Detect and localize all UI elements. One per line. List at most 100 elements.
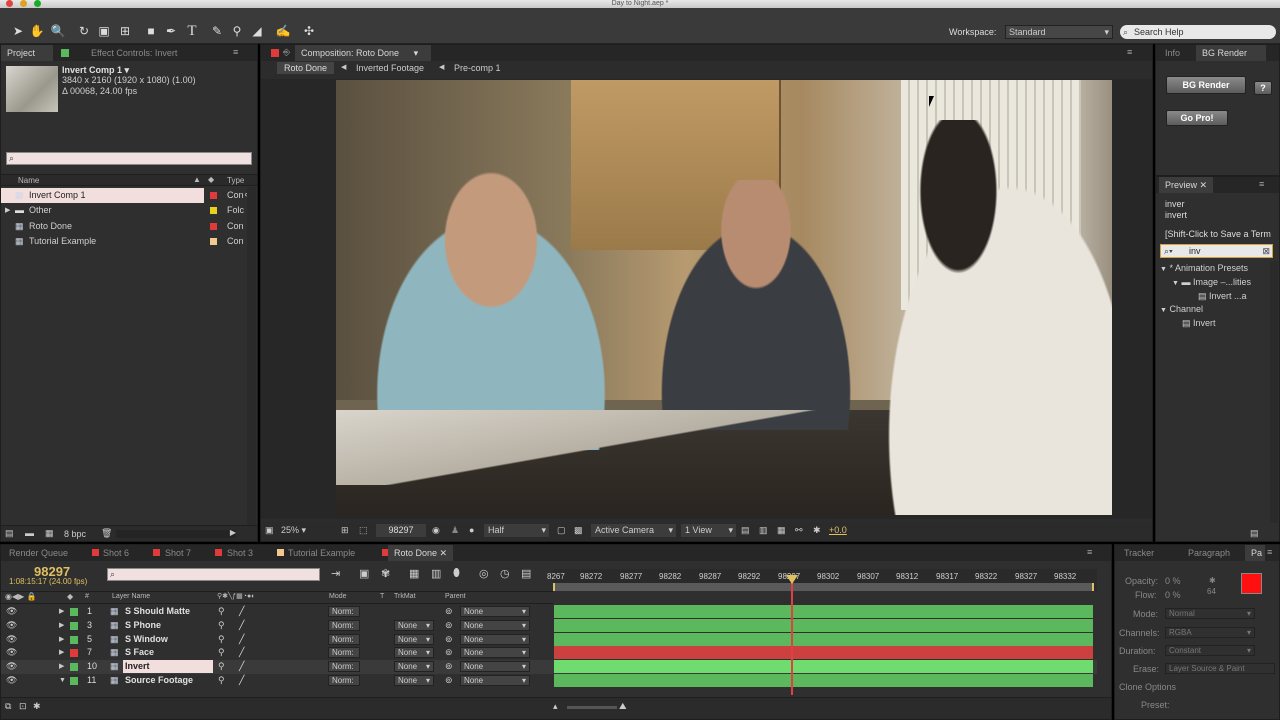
search-suggestion[interactable]: inver <box>1165 199 1185 209</box>
list-item[interactable]: ▶ ▬ Other Folc <box>1 203 257 218</box>
close-icon[interactable]: ✕ <box>440 548 448 558</box>
motion-blur-icon[interactable]: ▥ <box>431 567 441 580</box>
hide-shy-layers-icon[interactable]: ✾ <box>381 567 390 580</box>
layer-duration-bar[interactable] <box>554 605 1093 618</box>
layer-duration-bar[interactable] <box>554 618 1093 632</box>
always-preview-icon[interactable]: ▣ <box>265 525 274 536</box>
hand-tool-icon[interactable]: ✋ <box>28 22 46 40</box>
bg-render-button[interactable]: BG Render <box>1166 76 1246 94</box>
layer-name[interactable]: Source Footage <box>125 674 193 688</box>
toggle-switches-icon[interactable]: ⧉ <box>5 701 11 712</box>
render-icon[interactable]: ▤ <box>521 567 531 580</box>
table-row[interactable]: 👁 ▶ 1 ▦ S Should Matte ⚲ ╱ Norm: ⊚ None ▾ <box>1 605 1097 619</box>
shy-switch-icon[interactable]: ⚲ <box>218 674 225 688</box>
table-row[interactable]: 👁 ▶ 3 ▦ S Phone ⚲ ╱ Norm: None ▾ ⊚ None ▾ <box>1 618 1097 633</box>
quality-switch-icon[interactable]: ╱ <box>239 646 244 660</box>
label-color-swatch[interactable] <box>70 677 78 685</box>
mode-select[interactable]: Norm: <box>328 675 360 686</box>
chevron-down-icon[interactable]: ▾ <box>414 48 419 58</box>
layer-name[interactable]: S Should Matte <box>125 605 190 619</box>
zoom-tool-icon[interactable]: 🔍 <box>49 22 67 40</box>
disclosure-triangle-icon[interactable]: ▶ <box>59 646 64 660</box>
comp-viewer-frame[interactable] <box>336 80 1112 515</box>
pan-behind-tool-icon[interactable]: ⊞ <box>116 22 134 40</box>
disclosure-triangle-icon[interactable]: ▶ <box>59 633 64 647</box>
col-name-header[interactable]: Name <box>18 176 39 185</box>
clone-stamp-tool-icon[interactable]: ⚲ <box>228 22 246 40</box>
zoom-select[interactable]: 25% ▾ <box>281 525 306 536</box>
trash-icon[interactable]: 🗑 <box>101 528 112 539</box>
channel-color-icon[interactable]: ● <box>469 525 474 535</box>
mode-select[interactable]: Norm: <box>328 633 360 645</box>
bit-depth-button[interactable]: 8 bpc <box>64 529 86 539</box>
clear-search-icon[interactable]: ⊠ <box>1262 245 1270 257</box>
project-horizontal-scrollbar[interactable]: ▶ <box>116 528 236 538</box>
interpret-footage-icon[interactable]: ▤ <box>5 528 14 539</box>
eye-icon[interactable]: 👁 <box>6 619 17 633</box>
breadcrumb-item-pre-comp-1[interactable]: Pre-comp 1 <box>454 63 501 73</box>
parent-select[interactable]: None ▾ <box>460 633 530 645</box>
col-mode-header[interactable]: Mode <box>329 593 347 600</box>
shy-switch-icon[interactable]: ⚲ <box>218 646 225 660</box>
tab-project[interactable]: Project <box>1 45 53 61</box>
trkmat-select[interactable]: None ▾ <box>394 647 434 659</box>
zoom-in-icon[interactable]: ⛰ <box>619 701 627 712</box>
region-of-interest-icon[interactable]: ▢ <box>557 525 566 536</box>
current-time-indicator[interactable] <box>791 575 793 695</box>
draft-3d-icon[interactable]: ▣ <box>359 567 369 580</box>
panel-menu-icon[interactable]: ≡ <box>233 47 238 57</box>
parent-pickwhip-icon[interactable]: ⊚ <box>445 633 453 647</box>
quality-switch-icon[interactable]: ╱ <box>239 660 244 674</box>
toggle-pixel-aspect-icon[interactable]: ▤ <box>741 525 750 536</box>
transparency-grid-icon[interactable]: ▩ <box>574 525 583 536</box>
label-color-swatch[interactable] <box>70 649 78 658</box>
mode-select[interactable]: Norm: <box>328 606 360 617</box>
eye-icon[interactable]: 👁 <box>6 605 17 619</box>
frame-blending-icon[interactable]: ▦ <box>409 567 419 580</box>
resolution-select[interactable]: Half ▾ <box>484 524 549 537</box>
safe-zones-icon[interactable]: ⊞ <box>341 525 349 536</box>
parent-select[interactable]: None ▾ <box>460 647 530 659</box>
current-time-indicator-head[interactable] <box>786 575 798 584</box>
clone-options-disclosure[interactable]: Clone Options <box>1119 682 1176 692</box>
effects-search-input[interactable]: ⌕▾ inv ⊠ <box>1160 244 1273 258</box>
eraser-tool-icon[interactable]: ◢ <box>248 22 266 40</box>
graph-editor-icon[interactable]: ◷ <box>500 567 510 580</box>
tab-shot-6[interactable]: Shot 6 <box>97 545 135 561</box>
list-item[interactable]: ▦ Tutorial Example Con <box>1 234 257 249</box>
auto-keyframe-icon[interactable]: ◎ <box>479 567 489 580</box>
label-color-swatch[interactable] <box>70 621 78 630</box>
zoom-out-icon[interactable]: ▴ <box>553 701 558 712</box>
flowchart-icon[interactable]: ⚯ <box>795 525 803 536</box>
layer-search-input[interactable]: ⌕ <box>107 568 320 581</box>
table-row[interactable]: 👁 ▶ 5 ▦ S Window ⚲ ╱ Norm: None ▾ ⊚ None ▾ <box>1 632 1097 647</box>
puppet-pin-tool-icon[interactable]: ✣ <box>300 22 318 40</box>
layer-name[interactable]: S Face <box>125 646 154 660</box>
composition-lock-icon[interactable]: ⎆ <box>283 47 290 58</box>
eye-icon[interactable]: 👁 <box>6 674 17 688</box>
tab-tracker[interactable]: Tracker <box>1118 545 1160 561</box>
col-trkmat-header[interactable]: TrkMat <box>394 593 416 600</box>
quality-switch-icon[interactable]: ╱ <box>239 674 244 688</box>
effects-scrollbar[interactable] <box>1270 261 1278 523</box>
toggle-modes-icon[interactable]: ⊡ <box>19 701 27 712</box>
label-color-swatch[interactable] <box>70 635 78 644</box>
tab-shot-3[interactable]: Shot 3 <box>221 545 259 561</box>
mode-select[interactable]: Norm: <box>328 661 360 673</box>
search-suggestion[interactable]: invert <box>1165 210 1187 220</box>
tree-item[interactable]: ▼ ▬ Image –...lities <box>1172 275 1276 290</box>
help-button[interactable]: ? <box>1254 81 1272 95</box>
parent-select[interactable]: None ▾ <box>460 606 530 617</box>
disclosure-triangle-icon[interactable]: ▶ <box>59 660 64 674</box>
parent-pickwhip-icon[interactable]: ⊚ <box>445 646 453 660</box>
scroll-right-icon[interactable]: ▶ <box>230 528 236 537</box>
disclosure-triangle-icon[interactable]: ▶ <box>59 619 64 633</box>
paint-mode-select[interactable]: Normal ▾ <box>1165 608 1255 619</box>
disclosure-triangle-icon[interactable]: ▼ <box>59 674 66 688</box>
panel-menu-icon[interactable]: ≡ <box>1267 547 1272 557</box>
fast-previews-icon[interactable]: ▥ <box>759 525 768 536</box>
tab-paragraph[interactable]: Paragraph <box>1182 545 1236 561</box>
tab-effect-controls[interactable]: Effect Controls: Invert <box>85 45 195 61</box>
parent-pickwhip-icon[interactable]: ⊚ <box>445 619 453 633</box>
trkmat-select[interactable]: None ▾ <box>394 661 434 673</box>
